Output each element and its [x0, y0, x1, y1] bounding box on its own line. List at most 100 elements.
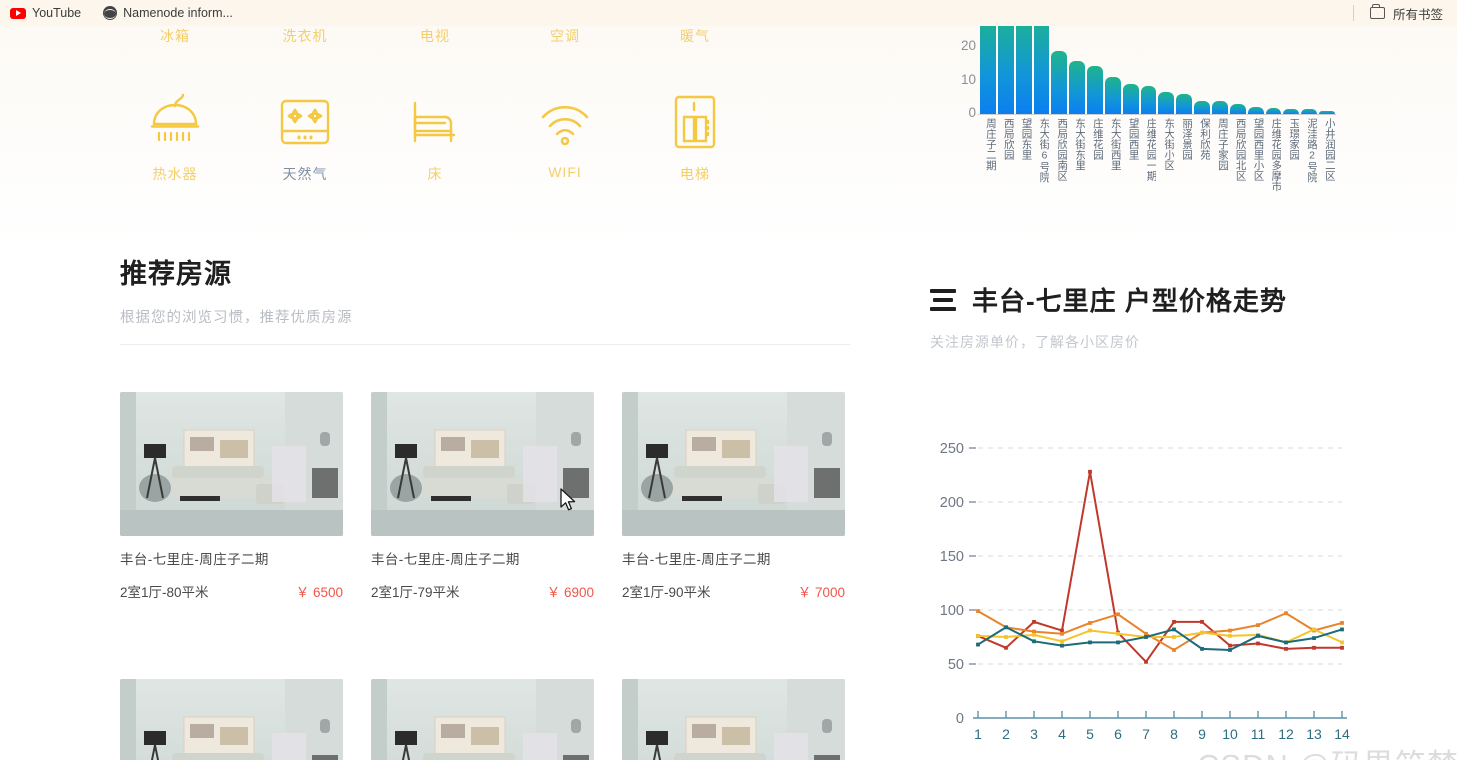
bar-chart-bar[interactable]: [1051, 50, 1068, 114]
line-chart-point[interactable]: [1088, 640, 1092, 645]
bar-chart-bar[interactable]: [980, 14, 996, 114]
bookmark-youtube[interactable]: YouTube: [10, 6, 81, 20]
line-chart-point[interactable]: [1144, 631, 1148, 636]
bar-chart-bar[interactable]: [1069, 60, 1086, 114]
line-chart-point[interactable]: [1256, 623, 1260, 628]
line-chart-point[interactable]: [1312, 627, 1316, 632]
line-chart-y-tick-label: 200: [940, 495, 964, 511]
line-chart-point[interactable]: [1312, 645, 1316, 650]
line-chart-point[interactable]: [1032, 639, 1036, 644]
line-chart-point[interactable]: [1172, 627, 1176, 632]
wifi-icon: [500, 90, 630, 154]
line-chart-point[interactable]: [1340, 645, 1344, 650]
listing-card[interactable]: 丰台-七里庄-周庄子二期: [120, 679, 343, 760]
listing-title: 丰台-七里庄-周庄子二期: [622, 552, 771, 567]
line-chart-point[interactable]: [1004, 625, 1008, 630]
line-chart-point[interactable]: [1340, 627, 1344, 632]
line-chart-point[interactable]: [1284, 646, 1288, 651]
listing-thumbnail[interactable]: [120, 392, 343, 536]
line-chart-point[interactable]: [1004, 645, 1008, 650]
facility-item-tv[interactable]: 电视: [370, 19, 500, 46]
line-chart-point[interactable]: [976, 609, 980, 613]
listing-card[interactable]: 丰台-七里庄-周庄子二期: [622, 679, 845, 760]
line-chart-point[interactable]: [1200, 619, 1204, 624]
line-chart-point[interactable]: [1200, 646, 1204, 651]
bar-chart-bar[interactable]: [1087, 65, 1103, 114]
line-chart-point[interactable]: [1172, 619, 1176, 624]
line-chart-point[interactable]: [1172, 635, 1176, 639]
listing-card[interactable]: 丰台-七里庄-周庄子二期: [371, 679, 594, 760]
page-subtitle: 根据您的浏览习惯，推荐优质房源: [120, 310, 353, 326]
line-chart-point[interactable]: [1116, 640, 1120, 645]
line-chart-point[interactable]: [1228, 628, 1232, 633]
bar-chart-bar[interactable]: [1247, 107, 1264, 114]
bar-chart-bar[interactable]: [1158, 92, 1175, 114]
line-chart-point[interactable]: [1032, 632, 1036, 637]
line-chart-point[interactable]: [1032, 619, 1036, 624]
facility-item-air-conditioner[interactable]: 空调: [500, 26, 630, 46]
line-chart-point[interactable]: [1284, 640, 1288, 645]
line-chart-point[interactable]: [1340, 640, 1344, 645]
line-chart-point[interactable]: [1256, 634, 1260, 638]
bar-chart-x-label: 保利欣苑: [1198, 118, 1210, 160]
facility-item-fridge[interactable]: 冰箱: [110, 19, 240, 46]
bar-chart-bar[interactable]: [1104, 77, 1121, 114]
bar-chart-bar[interactable]: [1194, 100, 1210, 114]
line-chart-point[interactable]: [1060, 628, 1064, 633]
line-chart-point[interactable]: [1256, 641, 1260, 646]
bar-chart-bar[interactable]: [1140, 85, 1157, 114]
bar-chart-bar[interactable]: [1211, 100, 1228, 114]
line-chart-point[interactable]: [1060, 639, 1064, 644]
bookmark-label: Namenode inform...: [123, 6, 233, 20]
listing-card[interactable]: 丰台-七里庄-周庄子二期 2室1厅-90平米 ￥ 7000: [622, 392, 845, 601]
line-chart-point[interactable]: [1032, 629, 1036, 634]
facility-item-wifi[interactable]: WIFI: [500, 90, 630, 184]
line-chart-point[interactable]: [1060, 631, 1064, 636]
bar-chart-bar[interactable]: [1176, 94, 1193, 114]
bar-chart-bar[interactable]: [1015, 14, 1032, 114]
line-chart-point[interactable]: [976, 634, 980, 638]
line-chart-x-tick-label: 8: [1170, 726, 1178, 742]
line-chart-point[interactable]: [1088, 628, 1092, 633]
facility-item-water-heater[interactable]: 热水器: [110, 90, 240, 184]
line-chart-y-tick-label: 100: [940, 603, 964, 619]
bookmark-namenode[interactable]: Namenode inform...: [103, 6, 233, 20]
line-chart-point[interactable]: [1172, 648, 1176, 652]
listing-thumbnail[interactable]: [120, 679, 343, 760]
line-chart-point[interactable]: [1200, 630, 1204, 635]
line-chart-point[interactable]: [1228, 643, 1232, 648]
facility-item-gas[interactable]: 天然气: [240, 90, 370, 184]
all-bookmarks-button[interactable]: 所有书签: [1352, 4, 1447, 23]
line-chart-point[interactable]: [1060, 643, 1064, 648]
line-chart-point[interactable]: [1116, 612, 1120, 617]
listing-thumbnail[interactable]: [622, 679, 845, 760]
listing-thumbnail[interactable]: [371, 679, 594, 760]
line-chart-point[interactable]: [1116, 631, 1120, 636]
facility-item-washer[interactable]: 洗衣机: [240, 19, 370, 46]
line-chart-point[interactable]: [1004, 635, 1008, 639]
line-chart-x-tick-label: 12: [1278, 726, 1294, 742]
listing-thumbnail[interactable]: [371, 392, 594, 536]
bar-chart-bar[interactable]: [997, 14, 1014, 114]
listing-thumbnail[interactable]: [622, 392, 845, 536]
facility-item-bed[interactable]: 床: [370, 90, 500, 184]
line-chart-point[interactable]: [1228, 634, 1232, 638]
facility-item-heater[interactable]: 暖气: [630, 26, 760, 46]
line-chart-point[interactable]: [1144, 635, 1148, 639]
listing-card[interactable]: 丰台-七里庄-周庄子二期 2室1厅-80平米 ￥ 6500: [120, 392, 343, 601]
line-chart-point[interactable]: [1312, 636, 1316, 640]
listing-card[interactable]: 丰台-七里庄-周庄子二期 2室1厅-79平米 ￥ 6900: [371, 392, 594, 601]
line-chart-point[interactable]: [1088, 469, 1092, 474]
line-chart-point[interactable]: [1144, 659, 1148, 664]
line-chart-point[interactable]: [1228, 648, 1232, 652]
line-chart-point[interactable]: [1340, 621, 1344, 625]
bar-chart-bar[interactable]: [1229, 104, 1246, 114]
line-chart-x-tick-label: 2: [1002, 726, 1010, 742]
facility-item-elevator[interactable]: 电梯: [630, 90, 760, 184]
line-chart-point[interactable]: [1088, 621, 1092, 625]
line-chart-point[interactable]: [976, 642, 980, 647]
listing-price: ￥ 7000: [797, 585, 845, 600]
bar-chart-bar[interactable]: [1033, 14, 1050, 114]
bar-chart-bar[interactable]: [1122, 84, 1139, 114]
line-chart-point[interactable]: [1284, 611, 1288, 616]
